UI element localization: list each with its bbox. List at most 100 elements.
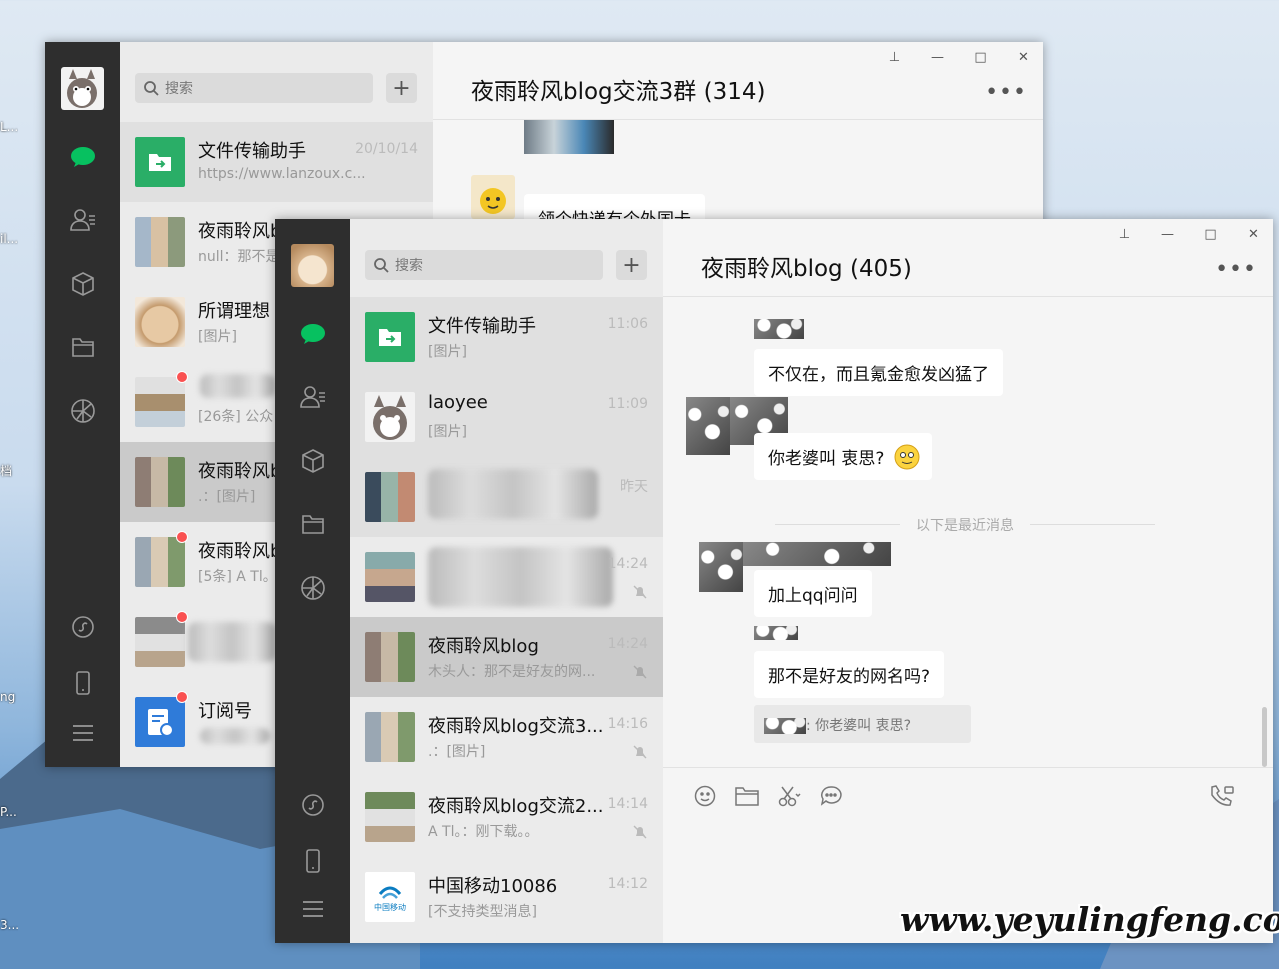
chat-history-icon[interactable] [819,784,843,808]
add-button[interactable]: + [386,73,417,103]
session-row-selected[interactable]: 夜雨聆风blog 木头人：那不是好友的网... 14:24 [350,617,663,697]
folder-icon[interactable] [298,509,328,539]
moments-icon[interactable] [68,396,98,426]
phone-icon[interactable] [68,668,98,698]
sender-avatar[interactable] [471,175,515,219]
unread-badge [176,371,188,383]
session-preview: 木头人：那不是好友的网... [428,664,596,680]
chat-icon[interactable] [298,319,328,349]
quoted-message[interactable]: : 你老婆叫 衷思? [754,705,971,743]
chat-title: 夜雨聆风blog交流3群 (314) [471,79,766,105]
pin-icon[interactable]: ⊥ [885,50,904,65]
maximize-button[interactable]: □ [1201,227,1220,242]
session-row[interactable]: 14:24 [350,537,663,617]
session-list: 搜索 + 文件传输助手 [图片] 11:06 laoyee [图片] 11:09… [350,219,663,943]
session-name: 中国移动10086 [428,876,558,897]
mini-programs-icon[interactable] [68,612,98,642]
session-row[interactable]: 夜雨聆风blog交流3... .：[图片] 14:16 [350,697,663,777]
session-row[interactable]: 文件传输助手 [图片] 11:06 [350,297,663,377]
wechat-window-front[interactable]: 搜索 + 文件传输助手 [图片] 11:06 laoyee [图片] 11:09… [275,219,1273,943]
unread-badge [176,531,188,543]
sender-avatar[interactable] [686,397,730,455]
folder-icon[interactable] [68,332,98,362]
blurred-preview [200,728,270,744]
pin-icon[interactable]: ⊥ [1115,227,1134,242]
my-avatar[interactable] [61,67,104,110]
chat-panel: ⊥ — □ ✕ 夜雨聆风blog (405) ••• 不仅在，而且氪金愈发凶猛了… [663,219,1273,943]
close-button[interactable]: ✕ [1244,227,1263,242]
session-row[interactable]: 文件传输助手 https://www.lanzoux.c... 20/10/14 [120,122,433,202]
screenshot-button-icon[interactable] [777,784,801,808]
desktop-icon-label[interactable]: P... [0,805,18,819]
session-preview: [5条] A Tl。 [198,569,277,585]
search-box[interactable]: 搜索 [365,250,603,280]
subscription-icon [135,697,185,747]
group-avatar [135,457,185,507]
maximize-button[interactable]: □ [971,50,990,65]
chat-icon[interactable] [68,142,98,172]
session-preview: .：[图片] [428,744,486,760]
more-icon[interactable]: ••• [1215,257,1257,282]
mute-icon [633,825,647,839]
favorites-icon[interactable] [68,269,98,299]
desktop-icon-label[interactable]: il... [0,232,18,246]
message-bubble[interactable]: 不仅在，而且氪金愈发凶猛了 [754,349,1003,396]
session-row[interactable]: 夜雨聆风blog交流2... A Tl。：刚下载。。 14:14 [350,777,663,857]
message-bubble[interactable]: 你老婆叫 衷思? [754,433,933,480]
emoji-button-icon[interactable] [693,784,717,808]
contacts-icon[interactable] [68,205,98,235]
session-name: laoyee [428,392,488,413]
group-avatar [365,632,415,682]
nav-rail [45,42,120,767]
search-box[interactable]: 搜索 [135,73,373,103]
menu-icon[interactable] [298,894,328,924]
sender-avatar[interactable] [699,542,743,592]
group-avatar [365,712,415,762]
group-avatar [365,792,415,842]
desktop-icon-label[interactable]: L... [0,120,18,134]
my-avatar[interactable] [291,244,334,287]
session-time: 11:09 [607,396,648,412]
favorites-icon[interactable] [298,446,328,476]
moments-icon[interactable] [298,573,328,603]
session-preview: https://www.lanzoux.c... [198,166,366,182]
quote-text: : 你老婆叫 衷思? [806,718,912,734]
call-icon[interactable] [1209,784,1235,808]
session-preview: .：[图片] [198,489,256,505]
menu-icon[interactable] [68,718,98,748]
desktop-icon-label[interactable]: 档 [0,462,18,479]
group-avatar [365,472,415,522]
session-time: 14:24 [607,556,648,572]
message-bubble[interactable]: 加上qq问问 [754,570,872,617]
session-preview: [26条] 公众 [198,409,274,425]
watermark-text: www.yeyulingfeng.com [900,900,1279,939]
file-button-icon[interactable] [735,784,759,808]
search-icon [144,81,159,96]
session-time: 14:12 [607,876,648,892]
group-avatar [135,617,185,667]
message-bubble[interactable]: 那不是好友的网名吗? [754,651,945,698]
session-row[interactable]: 中国移动 中国移动10086 [不支持类型消息] 14:12 [350,857,663,937]
search-icon [374,258,389,273]
session-name: 夜雨聆风blog [428,636,539,657]
more-icon[interactable]: ••• [985,80,1027,105]
session-row[interactable]: laoyee [图片] 11:09 [350,377,663,457]
session-preview: [图片] [428,424,467,440]
session-row[interactable]: 昨天 [350,457,663,537]
desktop-icon-label[interactable]: 3... [0,918,18,932]
phone-icon[interactable] [298,846,328,876]
divider [663,296,1273,297]
mini-programs-icon[interactable] [298,790,328,820]
minimize-button[interactable]: — [928,50,947,65]
scrollbar[interactable] [1262,707,1267,767]
image-message[interactable] [524,120,614,154]
contacts-icon[interactable] [298,382,328,412]
unread-badge [176,691,188,703]
session-time: 11:06 [607,316,648,332]
close-button[interactable]: ✕ [1014,50,1033,65]
add-button[interactable]: + [616,250,647,280]
group-avatar [135,217,185,267]
desktop-icon-label[interactable]: ng [0,690,18,704]
minimize-button[interactable]: — [1158,227,1177,242]
session-name: 文件传输助手 [198,141,306,162]
